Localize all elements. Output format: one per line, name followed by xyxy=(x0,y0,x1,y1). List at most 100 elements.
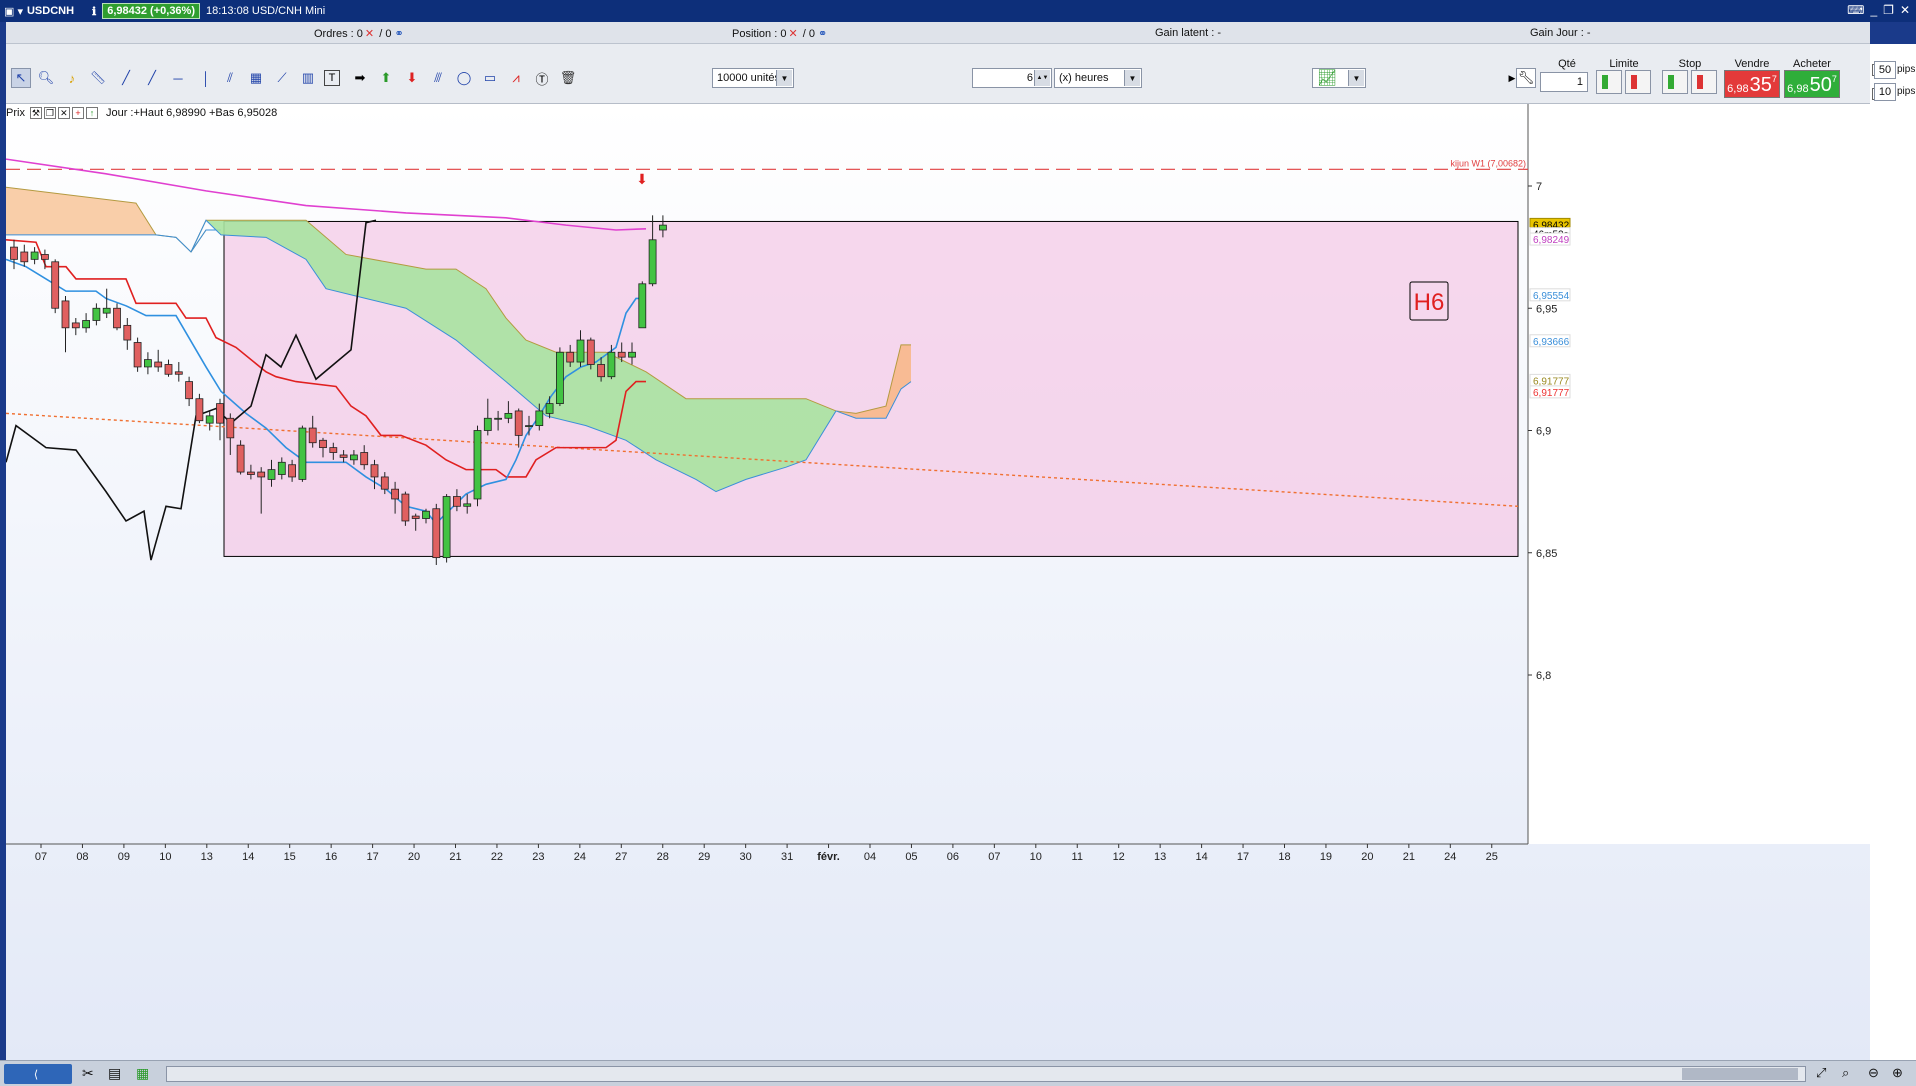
candle-body xyxy=(360,452,369,466)
channel-icon[interactable]: ⫽ xyxy=(220,68,240,88)
save-icon[interactable]: ▤ xyxy=(108,1065,121,1082)
symbol-name: USDCNH xyxy=(26,5,75,17)
chevron-down-icon[interactable]: ▼ xyxy=(776,70,792,86)
up-icon[interactable]: ↑ xyxy=(85,107,98,119)
grid-icon[interactable]: ▥ xyxy=(298,68,318,88)
candle-body xyxy=(380,476,389,490)
x-tick-label: 24 xyxy=(574,851,586,863)
stop-buy-button[interactable] xyxy=(1662,70,1688,94)
zoom-in-icon[interactable]: ⊕ xyxy=(1892,1065,1903,1081)
pointer-icon[interactable]: ↖ xyxy=(11,68,31,88)
sell-button[interactable]: 6,98 35 7 xyxy=(1724,70,1780,98)
cancel-orders-icon[interactable]: ✕ xyxy=(365,28,374,40)
period-unit-select[interactable]: (x) heures ▼ xyxy=(1054,68,1142,88)
text-tool-icon[interactable]: T xyxy=(324,70,340,86)
rectangle-icon[interactable]: ▭ xyxy=(480,68,500,88)
candle-body xyxy=(483,417,492,431)
h6-label: H6 xyxy=(1414,289,1445,316)
candle-body xyxy=(576,339,585,363)
line-icon[interactable]: ╱ xyxy=(142,68,162,88)
close-icon[interactable]: ✕ xyxy=(1900,3,1910,17)
x-tick-label: 16 xyxy=(325,851,337,863)
candle-body xyxy=(504,412,513,419)
stop-pips-unit: pips xyxy=(1897,64,1916,75)
stop-pips-input[interactable]: 50 xyxy=(1874,61,1896,79)
x-tick-label: 25 xyxy=(1486,851,1498,863)
keyboard-icon[interactable]: ⌨ xyxy=(1847,3,1864,17)
candle-body xyxy=(143,359,152,368)
limit-sell-button[interactable] xyxy=(1625,70,1651,94)
clock-icon[interactable]: Ⓣ xyxy=(532,68,552,88)
orders-info: Ordres : 0 ✕ / 0 ⚭ xyxy=(314,28,404,40)
trend-channel-icon[interactable]: ⫻ xyxy=(428,68,448,88)
wrench-icon[interactable]: 🔧︎ xyxy=(1516,68,1536,88)
position-link-icon[interactable]: ⚭ xyxy=(818,28,827,40)
zoom-icon[interactable]: 🔍︎ xyxy=(36,68,56,88)
arrow-down-icon[interactable]: ⬇ xyxy=(402,68,422,88)
share-button[interactable]: ⟨ xyxy=(4,1064,72,1084)
stop-loss-panel: ✓ S ✓ L xyxy=(1870,44,1916,1060)
window-controls: ⌨ _ ❐ ✕ xyxy=(1847,3,1910,17)
candle-body xyxy=(339,454,348,458)
auto-scale-icon[interactable]: ⤢ xyxy=(1816,1065,1826,1081)
x-tick-label: 10 xyxy=(1030,851,1042,863)
stop-label: Stop xyxy=(1678,58,1702,70)
zoom-out-icon[interactable]: ⊖ xyxy=(1868,1065,1879,1081)
alert-bell-icon[interactable]: ♪ xyxy=(62,68,82,88)
candle-body xyxy=(277,461,286,475)
window-menu-icon[interactable]: ▣ ▾ xyxy=(4,5,23,18)
chevron-down-icon[interactable]: ▼ xyxy=(1348,70,1364,86)
info-icon[interactable]: ℹ xyxy=(92,5,96,18)
period-stepper[interactable]: 6 ▲▼ xyxy=(972,68,1052,88)
y-tick-label: 6,95 xyxy=(1536,303,1557,315)
close-icon[interactable]: ✕ xyxy=(57,107,70,119)
orders-link-icon[interactable]: ⚭ xyxy=(395,28,404,40)
stop-sell-button[interactable] xyxy=(1691,70,1717,94)
candle-body xyxy=(319,439,327,449)
candle-body xyxy=(422,510,430,519)
close-position-icon[interactable]: ✕ xyxy=(788,28,797,40)
limit-pips-input[interactable]: 10 xyxy=(1874,83,1896,101)
wrench-icon[interactable]: ⚒ xyxy=(29,107,42,119)
price-chart[interactable]: H6 kijun W1 (7,00682) ⬇ 7 6,95 6,9 6,85 6,8 6,98… xyxy=(6,104,1870,1060)
arrow-up-icon[interactable]: ⬆ xyxy=(376,68,396,88)
x-tick-label: 04 xyxy=(864,851,876,863)
vertical-line-icon[interactable]: │ xyxy=(196,68,216,88)
units-select[interactable]: 10000 unités ▼ xyxy=(712,68,794,88)
trash-icon[interactable]: 🗑︎ xyxy=(558,68,578,88)
candle-body xyxy=(257,471,266,478)
candle-body xyxy=(525,425,533,428)
ellipse-icon[interactable]: ◯ xyxy=(454,68,474,88)
candle-body xyxy=(298,427,307,480)
fibonacci-icon[interactable]: ▦ xyxy=(246,68,266,88)
chart-area[interactable]: H6 kijun W1 (7,00682) ⬇ 7 6,95 6,9 6,85 6,8 6,98… xyxy=(6,104,1870,1060)
quantity-input[interactable]: 1 xyxy=(1540,72,1588,92)
buy-button[interactable]: 6,98 50 7 xyxy=(1784,70,1840,98)
price-tag-label: 6,91777 xyxy=(1533,388,1570,399)
scissors-icon[interactable]: ✂ xyxy=(82,1065,94,1082)
chevron-down-icon[interactable]: ▼ xyxy=(1124,70,1140,86)
candle-body xyxy=(463,503,472,507)
scroll-thumb[interactable] xyxy=(1682,1068,1798,1080)
candle-body xyxy=(61,300,70,329)
window-icon[interactable]: ❐ xyxy=(43,107,56,119)
x-tick-label: 21 xyxy=(449,851,461,863)
spin-arrows-icon[interactable]: ▲▼ xyxy=(1034,70,1050,86)
grid-icon[interactable]: ▦ xyxy=(136,1065,149,1082)
chart-type-select[interactable]: 📈︎ ▼ xyxy=(1312,68,1366,88)
indicator-icon[interactable]: ⩘ xyxy=(506,68,526,88)
x-tick-label: 27 xyxy=(615,851,627,863)
minimize-icon[interactable]: _ xyxy=(1870,3,1877,17)
arrow-right-icon[interactable]: ➡ xyxy=(350,68,370,88)
limit-buy-button[interactable] xyxy=(1596,70,1622,94)
fan-icon[interactable]: ⟋ xyxy=(272,68,292,88)
add-icon[interactable]: + xyxy=(71,107,84,119)
zoom-fit-icon[interactable]: ⌕ xyxy=(1842,1065,1849,1081)
horizontal-scrollbar[interactable] xyxy=(166,1066,1806,1082)
window-title: 18:13:08 USD/CNH Mini xyxy=(206,5,326,17)
ruler-icon[interactable]: 📏︎ xyxy=(88,68,108,88)
daily-range-info: Jour :+Haut 6,98990 +Bas 6,95028 xyxy=(105,107,278,119)
restore-icon[interactable]: ❐ xyxy=(1883,3,1894,17)
segment-icon[interactable]: ╱ xyxy=(116,68,136,88)
horizontal-line-icon[interactable]: ─ xyxy=(168,68,188,88)
